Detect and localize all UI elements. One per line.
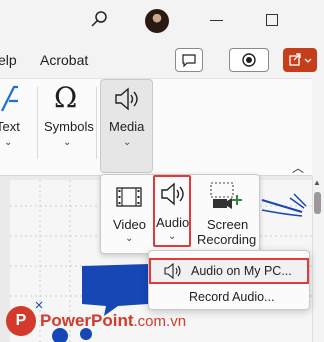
comments-button[interactable]	[175, 48, 203, 72]
search-icon[interactable]	[88, 9, 110, 31]
speaker-icon	[161, 182, 184, 206]
collapse-ribbon-icon[interactable]: ︿	[292, 159, 304, 176]
speaker-icon	[115, 87, 138, 111]
text-button-label[interactable]: Text	[0, 119, 20, 134]
text-icon	[1, 85, 18, 112]
audio-on-my-pc-label: Audio on My PC...	[191, 264, 292, 278]
symbols-button-label[interactable]: Symbols	[44, 119, 94, 134]
tab-acrobat[interactable]: Acrobat	[40, 52, 88, 68]
chevron-down-icon[interactable]: ⌄	[4, 137, 12, 148]
symbols-icon: Ω	[54, 81, 78, 114]
chevron-down-icon: ⌄	[168, 231, 177, 242]
speaker-icon	[164, 263, 181, 279]
comment-icon	[182, 54, 196, 68]
video-button-label: Video	[113, 217, 147, 232]
watermark-text: PowerPoint.com.vn	[40, 311, 187, 330]
scroll-up-icon[interactable]: ▲	[313, 178, 321, 187]
audio-button[interactable]: Audio ⌄	[153, 175, 191, 247]
media-button-label: Media	[109, 119, 145, 134]
chevron-down-icon[interactable]: ⌄	[63, 137, 71, 148]
avatar[interactable]	[145, 9, 169, 33]
media-dropdown: Video ⌄ Audio ⌄ Screen Recording	[100, 174, 260, 254]
watermark-logo: P	[6, 306, 36, 336]
record-audio-label: Record Audio...	[189, 290, 275, 304]
audio-menu: Audio on My PC... Record Audio...	[148, 250, 310, 310]
audio-button-label: Audio	[156, 215, 190, 230]
record-icon	[242, 53, 256, 67]
ribbon: Text ⌄ Ω Symbols ⌄ Media ⌄ ︿	[0, 78, 312, 176]
chevron-down-icon: ⌄	[125, 233, 134, 244]
film-icon	[116, 187, 142, 207]
share-button[interactable]	[283, 48, 317, 72]
tab-help[interactable]: elp	[0, 52, 17, 68]
video-button[interactable]: Video ⌄	[107, 179, 151, 249]
chevron-down-icon: ⌄	[123, 137, 132, 148]
screen-recording-label: Screen	[207, 217, 249, 232]
title-bar	[0, 0, 324, 42]
share-icon	[289, 53, 312, 66]
ribbon-divider	[96, 87, 97, 159]
record-button[interactable]	[229, 48, 269, 72]
scroll-thumb[interactable]	[314, 192, 321, 214]
ribbon-tabs: elp Acrobat	[0, 42, 324, 78]
media-button[interactable]: Media ⌄	[100, 79, 153, 173]
audio-on-my-pc-item[interactable]: Audio on My PC...	[149, 258, 309, 284]
minimize-icon[interactable]	[210, 20, 223, 21]
screen-recording-label: Recording	[197, 232, 257, 247]
screen-recording-icon	[210, 182, 242, 209]
maximize-icon[interactable]	[266, 14, 278, 26]
powerpoint-watermark: P PowerPoint.com.vn	[6, 306, 216, 336]
screen-recording-button[interactable]: Screen Recording	[195, 179, 257, 249]
ribbon-divider	[37, 87, 38, 159]
